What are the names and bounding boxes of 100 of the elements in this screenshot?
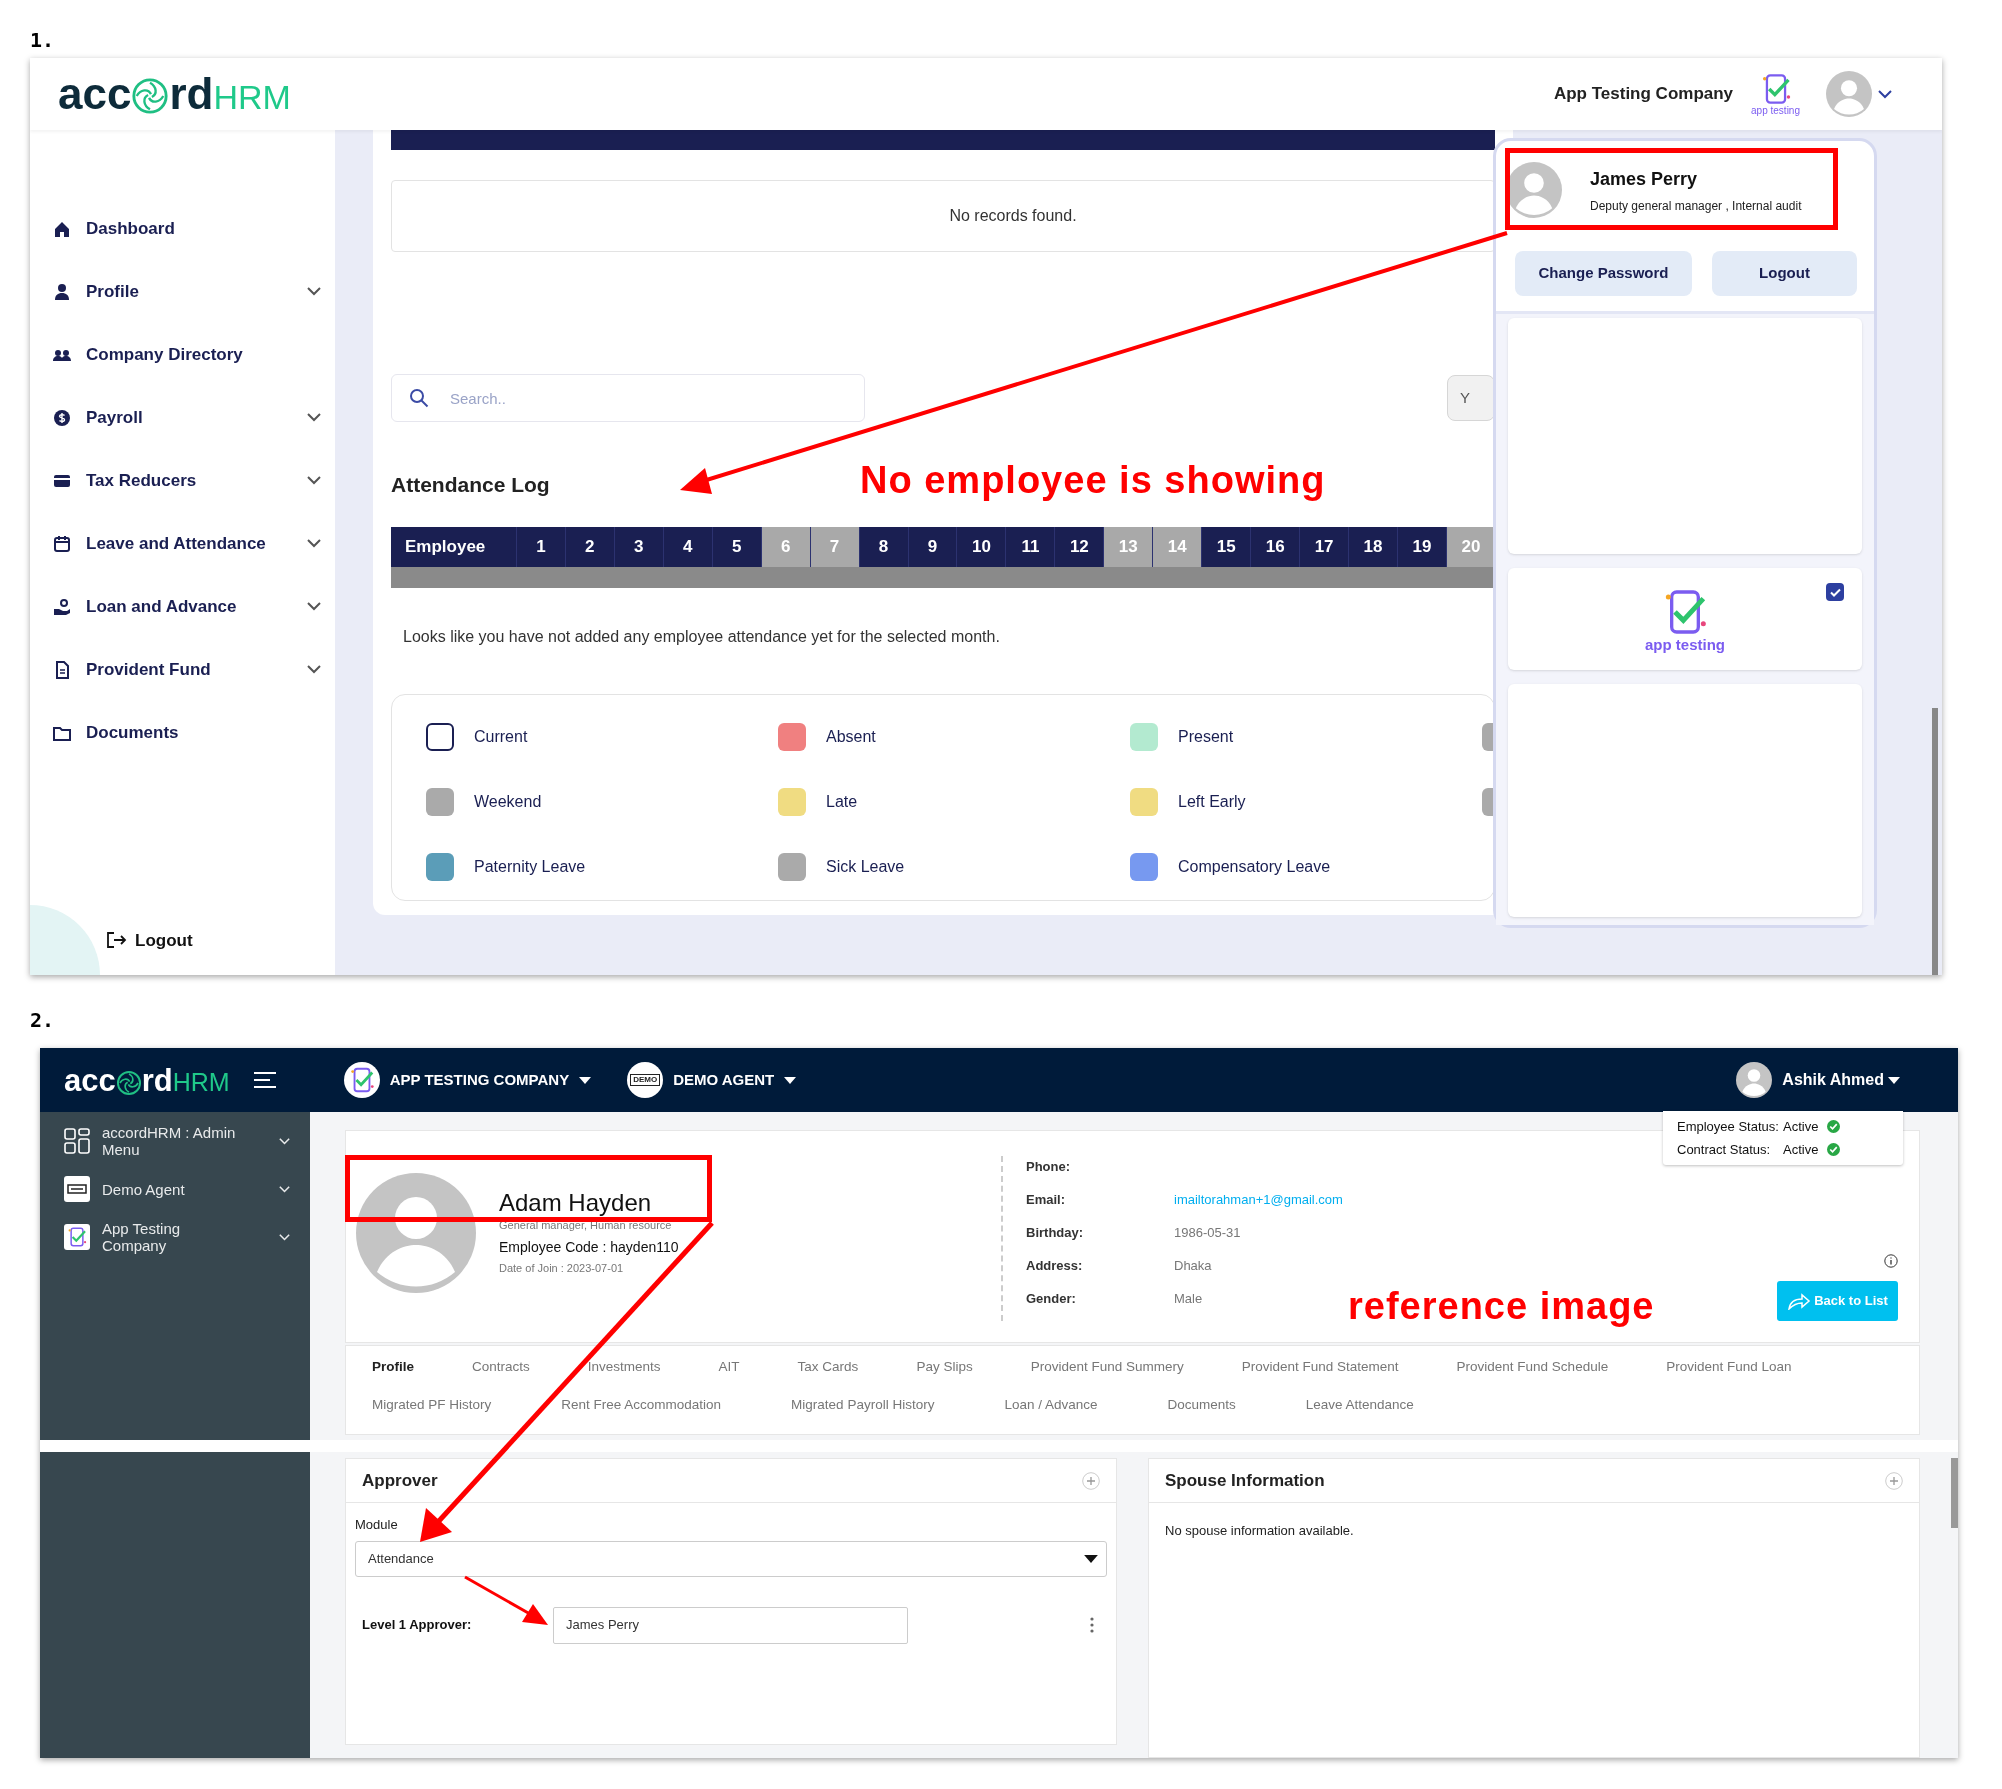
checkbox[interactable] [1826,583,1844,601]
logo-text: HRM [172,1069,230,1095]
sidebar-item[interactable]: Company Directory [52,323,321,386]
sidebar-item[interactable]: Leave and Attendance [52,512,321,575]
grid-icon [64,1128,90,1154]
tab[interactable]: Documents [1167,1395,1236,1416]
caret-down-icon [1888,1076,1900,1084]
status-value: Active [1783,1140,1820,1159]
day-header-cell: 3 [613,527,663,567]
year-dropdown-button[interactable]: Y [1447,375,1495,421]
approver-field[interactable]: James Perry [553,1606,908,1644]
sidebar-item[interactable]: Profile [52,260,321,323]
chevron-down-icon [279,1233,290,1241]
field-label: Level 1 Approver: [362,1616,473,1635]
day-header-cell: 6 [760,527,810,567]
annotation-text: No employee is showing [860,458,1326,503]
status-label: Contract Status: [1677,1140,1772,1159]
tab[interactable]: Rent Free Accommodation [561,1395,722,1416]
annotation-text: reference image [1348,1284,1655,1329]
badge-icon [64,1176,90,1202]
avatar-icon [1826,71,1872,117]
search-field[interactable]: Search.. [391,374,865,422]
calendar-icon [52,533,72,554]
tab[interactable]: Pay Slips [916,1357,973,1378]
day-header-cell: 10 [956,527,1006,567]
tab[interactable]: Migrated Payroll History [791,1395,935,1416]
day-header-cell: 16 [1250,527,1300,567]
status-label: Employee Status: [1677,1117,1780,1136]
scrollbar [1951,1458,1958,1528]
panel-number: 1. [30,27,55,54]
sidebar-item[interactable]: Loan and Advance [52,575,321,638]
tab[interactable]: Profile [372,1357,414,1378]
tab[interactable]: Provident Fund Schedule [1456,1357,1609,1378]
legend-label: Weekend [474,791,542,812]
logo-text: rd [141,1064,173,1096]
day-header-cell: 5 [711,527,761,567]
sidebar-item[interactable]: Provident Fund [52,638,321,701]
tab[interactable]: Provident Fund Statement [1241,1357,1399,1378]
coin-icon [52,407,72,428]
day-header-cell: 9 [907,527,957,567]
section-title: Attendance Log [391,472,550,498]
day-header-cell: 11 [1005,527,1055,567]
check-circle-icon [1827,1143,1840,1156]
company-name: App Testing Company [1553,83,1734,106]
card-title: Spouse Information [1165,1469,1325,1492]
sidebar-item[interactable]: accordHRM : Admin Menu [64,1124,290,1158]
change-password-button[interactable]: Change Password [1515,251,1692,296]
detail-label: Email: [1026,1190,1066,1209]
menu-icon[interactable] [253,1072,276,1088]
tab[interactable]: Leave Attendance [1305,1395,1414,1416]
table-header-cell: Employee [391,527,516,567]
legend-label: Sick Leave [826,856,905,877]
day-header-cell: 4 [662,527,712,567]
check-circle-icon [1827,1120,1840,1133]
checkmark-icon [1829,587,1841,597]
employee-code: Employee Code : hayden110 [499,1237,679,1257]
logo-caption: app testing [1751,106,1800,116]
day-header-cell: 8 [858,527,908,567]
sidebar-item[interactable]: Documents [52,701,321,764]
phone-check-logo-icon [66,1226,88,1248]
caret-down-icon [579,1076,592,1084]
tab[interactable]: Investments [587,1357,661,1378]
employee-name: Adam Hayden [499,1189,652,1217]
share-arrow-icon [1787,1292,1812,1310]
tab[interactable]: Provident Fund Loan [1666,1357,1792,1378]
tab[interactable]: AIT [718,1357,740,1378]
company-selector[interactable]: APP TESTING COMPANY [343,1062,592,1098]
company-card[interactable]: app testing [1508,568,1862,670]
tab[interactable]: Contracts [472,1357,530,1378]
day-header-cell: 7 [809,527,859,567]
tab[interactable]: Provident Fund Summery [1030,1357,1184,1378]
legend-label: Compensatory Leave [1178,856,1331,877]
day-header-cell: 2 [564,527,614,567]
tab[interactable]: Migrated PF History [372,1395,492,1416]
user-menu-button[interactable]: Ashik Ahmed [1736,1062,1900,1098]
sidebar-item[interactable]: Dashboard [52,197,321,260]
module-select[interactable]: Attendance [355,1540,1107,1577]
day-header-cell: 12 [1054,527,1104,567]
more-options-icon[interactable] [1090,1617,1094,1633]
legend-label: Late [826,791,858,812]
empty-records-text: No records found. [949,206,1077,226]
logo-text: acc [58,72,132,116]
day-header-cell: 20 [1446,527,1495,567]
sidebar-item[interactable]: Payroll [52,386,321,449]
info-icon[interactable] [1884,1254,1898,1268]
tab[interactable]: Loan / Advance [1004,1395,1098,1416]
day-header-cell: 13 [1103,527,1153,567]
chevron-down-icon [279,1185,290,1193]
sidebar-item[interactable]: Tax Reducers [52,449,321,512]
logout-button[interactable]: Logout [1712,251,1857,296]
user-icon [52,281,72,302]
agent-selector[interactable]: DEMO DEMO AGENT [627,1062,797,1098]
sidebar-item[interactable]: App Testing Company [64,1220,290,1254]
detail-value: Dhaka [1174,1256,1212,1275]
sidebar-item[interactable]: Demo Agent [64,1176,290,1202]
tab[interactable]: Tax Cards [797,1357,859,1378]
logo-text: rd [169,72,214,116]
logo-text: HRM [213,80,291,114]
logout-link[interactable]: Logout [105,927,193,953]
hand-coin-icon [52,596,72,617]
